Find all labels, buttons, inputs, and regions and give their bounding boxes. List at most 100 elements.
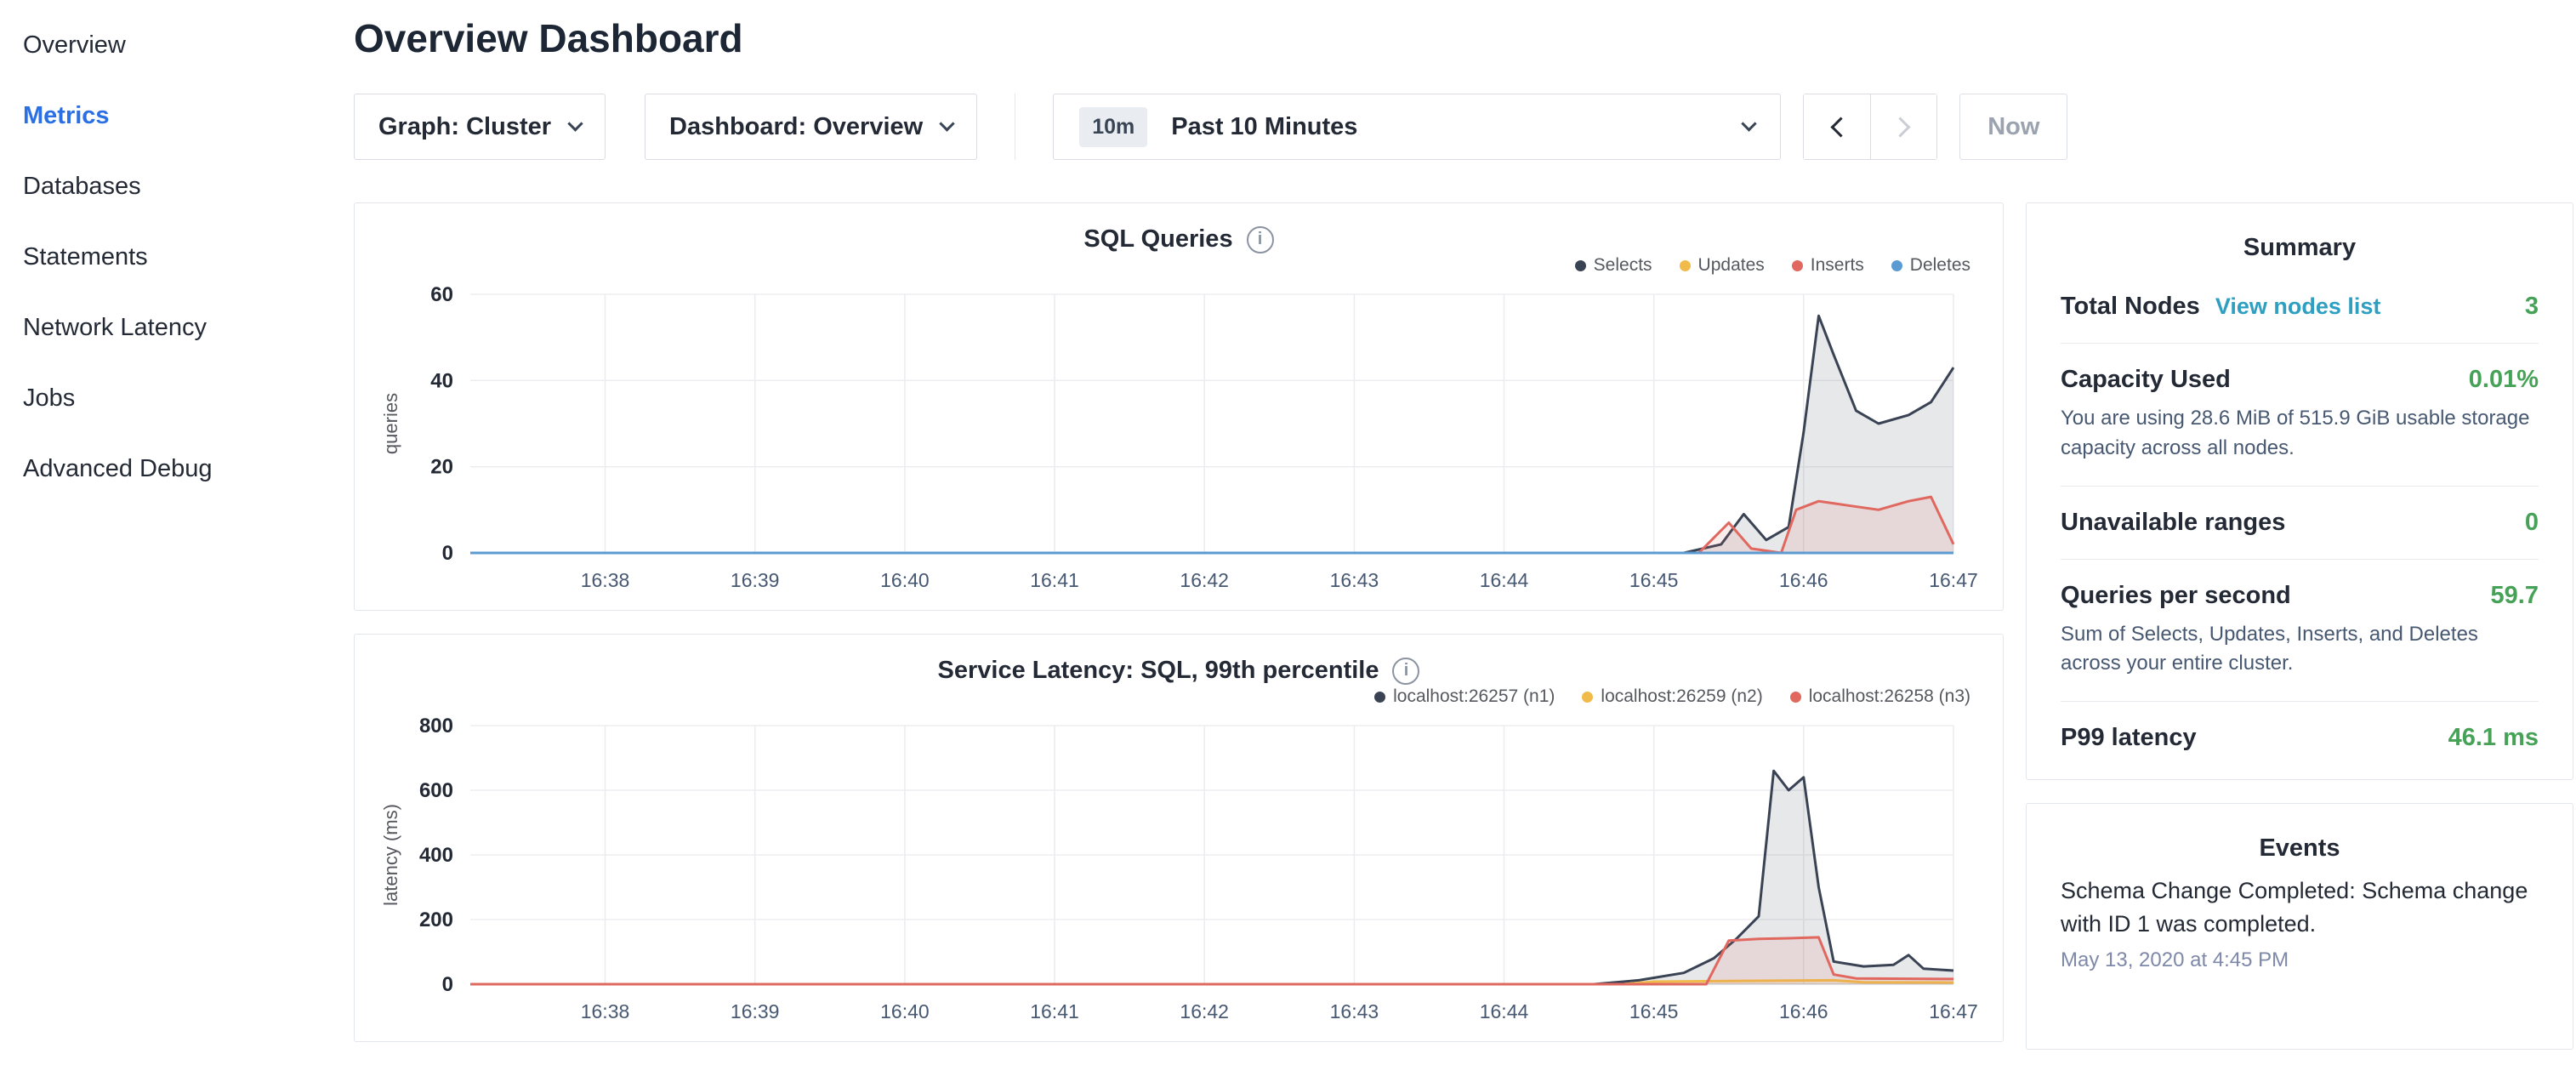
svg-text:16:40: 16:40 [880, 1000, 930, 1022]
summary-label: Queries per second [2061, 582, 2291, 610]
time-range-dropdown[interactable]: 10m Past 10 Minutes [1053, 94, 1781, 160]
summary-value: 46.1 ms [2448, 724, 2539, 752]
chart-legend: localhost:26257 (n1) localhost:26259 (n2)… [375, 685, 1970, 709]
legend-dot-icon [1891, 260, 1902, 271]
sidebar-item-statements[interactable]: Statements [23, 222, 340, 293]
chart-title-row: SQL Queries i [375, 222, 1982, 253]
sidebar-item-jobs[interactable]: Jobs [23, 363, 340, 434]
time-forward-button[interactable] [1870, 94, 1936, 159]
svg-text:0: 0 [442, 542, 453, 565]
svg-text:16:44: 16:44 [1480, 569, 1529, 591]
sql-queries-chart-card: SQL Queries i Selects Updates Inserts Delet… [354, 202, 2004, 611]
legend-dot-icon [1582, 692, 1593, 703]
legend-item[interactable]: localhost:26257 (n1) [1374, 685, 1555, 709]
summary-description: You are using 28.6 MiB of 515.9 GiB usab… [2061, 404, 2539, 464]
graph-scope-dropdown[interactable]: Graph: Cluster [354, 94, 606, 160]
legend-dot-icon [1680, 260, 1691, 271]
svg-text:16:42: 16:42 [1180, 1000, 1229, 1022]
sidebar: Overview Metrics Databases Statements Ne… [0, 0, 340, 1051]
svg-text:60: 60 [430, 283, 453, 306]
svg-text:16:47: 16:47 [1929, 1000, 1978, 1022]
chart-legend: Selects Updates Inserts Deletes [375, 253, 1970, 277]
chart-canvas[interactable]: 16:3816:3916:4016:4116:4216:4316:4416:45… [375, 281, 1982, 601]
summary-label: Capacity Used [2061, 366, 2231, 394]
info-icon[interactable]: i [1247, 226, 1274, 253]
chevron-down-icon [567, 116, 583, 131]
summary-title: Summary [2061, 234, 2539, 262]
svg-text:16:40: 16:40 [880, 569, 930, 591]
event-text: Schema Change Completed: Schema change w… [2061, 874, 2539, 941]
svg-text:16:38: 16:38 [581, 1000, 630, 1022]
graph-scope-label: Graph: Cluster [378, 113, 551, 141]
svg-text:16:46: 16:46 [1779, 1000, 1828, 1022]
summary-description: Sum of Selects, Updates, Inserts, and De… [2061, 620, 2539, 680]
summary-value: 0 [2525, 509, 2539, 537]
events-title: Events [2061, 834, 2539, 863]
info-icon[interactable]: i [1392, 658, 1419, 685]
sidebar-item-overview[interactable]: Overview [23, 10, 340, 81]
chart-canvas[interactable]: 16:3816:3916:4016:4116:4216:4316:4416:45… [375, 712, 1982, 1033]
svg-text:16:38: 16:38 [581, 569, 630, 591]
svg-text:200: 200 [419, 908, 453, 931]
main-content: Overview Dashboard Graph: Cluster Dashbo… [340, 0, 2576, 1051]
svg-text:20: 20 [430, 456, 453, 479]
chevron-down-icon [1741, 116, 1756, 131]
view-nodes-list-link[interactable]: View nodes list [2215, 293, 2381, 320]
toolbar: Graph: Cluster Dashboard: Overview 10m P… [354, 94, 2573, 160]
time-back-button[interactable] [1804, 94, 1870, 159]
summary-value: 3 [2525, 293, 2539, 321]
svg-text:16:45: 16:45 [1629, 569, 1679, 591]
legend-item[interactable]: localhost:26259 (n2) [1582, 685, 1762, 709]
svg-text:600: 600 [419, 779, 453, 802]
sidebar-item-metrics[interactable]: Metrics [23, 81, 340, 151]
events-panel: Events Schema Change Completed: Schema c… [2026, 803, 2573, 1050]
svg-text:800: 800 [419, 715, 453, 738]
svg-text:16:45: 16:45 [1629, 1000, 1679, 1022]
event-item[interactable]: Schema Change Completed: Schema change w… [2061, 874, 2539, 972]
svg-text:400: 400 [419, 844, 453, 867]
svg-text:16:47: 16:47 [1929, 569, 1978, 591]
svg-text:16:41: 16:41 [1030, 1000, 1079, 1022]
svg-text:16:44: 16:44 [1480, 1000, 1529, 1022]
legend-item[interactable]: Deletes [1891, 253, 1970, 277]
time-range-badge: 10m [1079, 107, 1147, 147]
chart-svg[interactable]: 16:3816:3916:4016:4116:4216:4316:4416:45… [375, 712, 1982, 1028]
legend-item[interactable]: Updates [1680, 253, 1765, 277]
svg-text:queries: queries [380, 393, 401, 454]
summary-row-p99-latency: P99 latency 46.1 ms [2061, 702, 2539, 774]
app-root: Overview Metrics Databases Statements Ne… [0, 0, 2576, 1051]
dashboard-dropdown[interactable]: Dashboard: Overview [645, 94, 977, 160]
legend-dot-icon [1575, 260, 1586, 271]
summary-label: Unavailable ranges [2061, 509, 2285, 537]
sidebar-item-network-latency[interactable]: Network Latency [23, 293, 340, 363]
dashboard-label: Dashboard: Overview [669, 113, 923, 141]
legend-dot-icon [1792, 260, 1803, 271]
sidebar-item-advanced-debug[interactable]: Advanced Debug [23, 434, 340, 504]
summary-label: P99 latency [2061, 724, 2197, 752]
legend-dot-icon [1790, 692, 1801, 703]
chart-svg[interactable]: 16:3816:3916:4016:4116:4216:4316:4416:45… [375, 281, 1982, 597]
chevron-down-icon [939, 116, 954, 131]
right-column: Summary Total Nodes View nodes list 3 Ca… [2026, 202, 2573, 1050]
summary-panel: Summary Total Nodes View nodes list 3 Ca… [2026, 202, 2573, 780]
dashboard-columns: SQL Queries i Selects Updates Inserts Delet… [354, 202, 2573, 1065]
legend-item[interactable]: Selects [1575, 253, 1652, 277]
svg-text:0: 0 [442, 973, 453, 996]
legend-item[interactable]: Inserts [1792, 253, 1864, 277]
service-latency-chart-card: Service Latency: SQL, 99th percentile i … [354, 634, 2004, 1042]
svg-text:latency (ms): latency (ms) [380, 804, 401, 906]
event-timestamp: May 13, 2020 at 4:45 PM [2061, 948, 2539, 972]
legend-dot-icon [1374, 692, 1385, 703]
svg-text:16:42: 16:42 [1180, 569, 1229, 591]
summary-row-unavailable-ranges: Unavailable ranges 0 [2061, 487, 2539, 560]
chevron-left-icon [1830, 117, 1851, 137]
now-button[interactable]: Now [1959, 94, 2067, 160]
summary-row-capacity-used: Capacity Used 0.01% You are using 28.6 M… [2061, 344, 2539, 487]
sidebar-item-databases[interactable]: Databases [23, 151, 340, 222]
svg-text:16:46: 16:46 [1779, 569, 1828, 591]
chevron-right-icon [1891, 117, 1911, 137]
svg-text:16:39: 16:39 [731, 1000, 780, 1022]
summary-label: Total Nodes [2061, 293, 2200, 321]
svg-text:16:41: 16:41 [1030, 569, 1079, 591]
legend-item[interactable]: localhost:26258 (n3) [1790, 685, 1970, 709]
